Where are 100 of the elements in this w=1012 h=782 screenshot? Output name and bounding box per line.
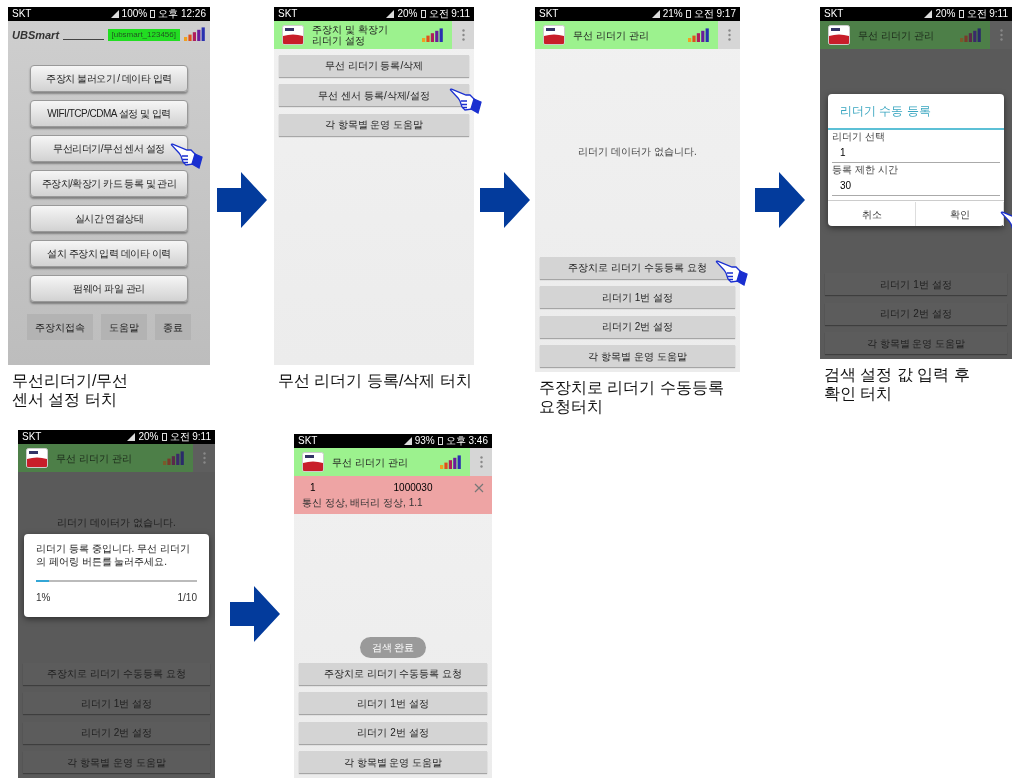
clock-text: 오전 9:11: [966, 9, 1008, 19]
reader-detail: 통신 정상, 배터리 정상, 1.1: [302, 496, 424, 510]
screen-title: 무선 리더기 관리: [332, 456, 408, 468]
reader-number: 1: [309, 481, 317, 495]
battery-text: 93%: [414, 436, 435, 446]
footer-button[interactable]: 종료: [155, 314, 191, 340]
signal-icon: [110, 10, 119, 18]
pointing-hand-icon: [170, 143, 204, 171]
menu-button[interactable]: 각 항목별 운영 도움말: [279, 113, 469, 136]
menu-button[interactable]: 펌웨어 파일 관리: [30, 275, 188, 302]
signal-icon: [386, 10, 395, 18]
battery-icon: [150, 10, 156, 18]
right-arrow-icon: [229, 586, 280, 642]
menu-button[interactable]: 리더기 2번 설정: [540, 315, 735, 338]
battery-icon: [161, 433, 167, 441]
right-arrow-icon: [217, 172, 267, 228]
logo-icon: [282, 25, 304, 45]
menu-button[interactable]: 주장치로 리더기 수동등록 요청: [540, 256, 735, 279]
screen-title: 무선 리더기 관리: [573, 29, 649, 41]
carrier-text: SKT: [298, 436, 318, 446]
empty-message: 리더기 데이터가 없습니다.: [577, 145, 698, 159]
logo-icon: [828, 25, 850, 45]
menu-button[interactable]: 주장치로 리더기 수동등록 요청: [299, 662, 487, 685]
signal-icon: [127, 433, 136, 441]
more-icon: [202, 452, 206, 464]
signal-bars-icon: [960, 28, 982, 42]
overflow-menu-button[interactable]: [470, 448, 492, 476]
battery-icon: [437, 437, 443, 445]
battery-icon: [958, 10, 964, 18]
step-caption: 센서 설정 터치: [12, 390, 118, 409]
more-icon: [461, 29, 465, 41]
signal-bars-icon: [422, 28, 444, 42]
carrier-text: SKT: [824, 9, 844, 19]
right-arrow-icon: [479, 172, 530, 228]
right-arrow-icon: [755, 172, 805, 228]
close-icon[interactable]: [474, 482, 484, 493]
clock-text: 오전 9:11: [169, 432, 211, 442]
signal-bars-icon: [688, 28, 710, 42]
input-field[interactable]: 1: [832, 142, 1000, 163]
footer-button[interactable]: 도움말: [101, 314, 147, 340]
dialog-title: 리더기 수동 등록: [828, 93, 1004, 130]
battery-text: 100%: [121, 9, 148, 19]
menu-button[interactable]: WIFI/TCP/CDMA 설정 및 입력: [30, 100, 188, 127]
menu-button[interactable]: 무선 센서 등록/삭제/설정: [279, 84, 469, 106]
menu-button[interactable]: 무선리더기/무선 센서 설정: [30, 135, 188, 162]
reader-id: 1000030: [392, 481, 434, 495]
menu-button[interactable]: 주장치 불러오기 / 데이타 입력: [30, 65, 188, 92]
overflow-menu-button[interactable]: [193, 444, 215, 472]
menu-button[interactable]: 리더기 1번 설정: [299, 692, 487, 714]
carrier-text: SKT: [539, 9, 559, 19]
menu-button[interactable]: 리더기 2번 설정: [299, 721, 487, 744]
signal-bars-icon: [440, 455, 462, 469]
menu-button[interactable]: 각 항목별 운영 도움말: [299, 751, 487, 773]
overflow-menu-button[interactable]: [452, 21, 474, 49]
menu-button[interactable]: 설치 주장치 입력 데이타 이력: [30, 240, 188, 267]
step-caption: 요청터치: [539, 397, 604, 416]
battery-icon: [420, 10, 426, 18]
screen-title: 주장치 및 확장기 리더기 설정: [312, 24, 388, 46]
menu-button[interactable]: 리더기 1번 설정: [540, 286, 735, 308]
menu-button[interactable]: 주장치/확장기 카드 등록 및 관리: [30, 170, 188, 197]
clock-text: 오후 12:26: [158, 9, 206, 19]
field-label: 리더기 선택: [831, 129, 886, 143]
logo-icon: [302, 452, 324, 472]
logo-icon: [543, 25, 565, 45]
logo-text: UBSmart: [12, 30, 60, 41]
step-caption: 무선리더기/무선: [12, 371, 130, 390]
menu-button[interactable]: 실시간 연결상태: [30, 205, 188, 232]
clock-text: 오후 3:46: [445, 436, 488, 446]
device-badge: [ubsmart_123456]: [107, 29, 180, 41]
signal-icon: [924, 10, 933, 18]
signal-bars-icon: [184, 27, 206, 41]
step-caption: 무선 리더기 등록/삭제 터치: [278, 371, 473, 390]
menu-button[interactable]: 각 항목별 운영 도움말: [540, 345, 735, 367]
toast-message: 검색 완료: [359, 636, 427, 658]
overflow-menu-button[interactable]: [990, 21, 1012, 49]
dialog-button[interactable]: 취소: [828, 202, 916, 226]
dialog-message: 리더기 등록 중입니다. 무선 리더기의 페어링 버튼를 눌러주세요.: [36, 542, 191, 568]
overflow-menu-button[interactable]: [718, 21, 740, 49]
more-icon: [999, 29, 1003, 41]
input-field[interactable]: 30: [832, 175, 1000, 196]
footer-button[interactable]: 주장치접속: [27, 314, 93, 340]
step-caption: 주장치로 리더기 수동등록: [539, 378, 725, 397]
clock-text: 오전 9:17: [693, 9, 736, 19]
signal-icon: [403, 437, 412, 445]
more-icon: [727, 29, 731, 41]
more-icon: [479, 456, 483, 468]
reader-row[interactable]: 1 1000030 통신 정상, 배터리 정상, 1.1: [294, 476, 492, 514]
carrier-text: SKT: [278, 9, 298, 19]
signal-bars-icon: [163, 451, 185, 465]
battery-text: 20%: [935, 9, 956, 19]
pointing-hand-icon: [449, 87, 483, 116]
progress-count: 1/10: [177, 591, 197, 605]
battery-text: 20%: [397, 9, 418, 19]
clock-text: 오전 9:11: [428, 9, 470, 19]
battery-icon: [685, 10, 691, 18]
field-label: 등록 제한 시간: [831, 162, 899, 176]
signal-icon: [651, 10, 660, 18]
logo-icon: [26, 448, 48, 468]
screen-title: 무선 리더기 관리: [858, 29, 934, 41]
menu-button[interactable]: 무선 리더기 등록/삭제: [279, 54, 469, 77]
